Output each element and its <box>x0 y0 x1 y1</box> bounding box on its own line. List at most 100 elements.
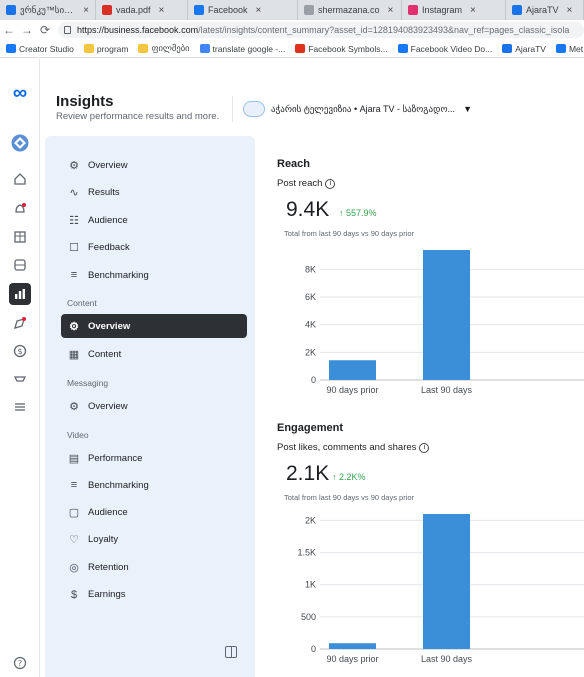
sidebar-item-overview[interactable]: ⚙ Overview <box>61 153 247 177</box>
sidebar-item-audience[interactable]: ▢ Audience <box>61 501 247 525</box>
bookmark-icon <box>555 44 566 53</box>
reach-subtitle: Post reach i <box>277 178 336 189</box>
bookmark-item[interactable]: AjaraTV <box>502 44 546 54</box>
bookmark-icon <box>199 44 210 53</box>
forward-icon[interactable]: → <box>18 23 36 37</box>
insights-icon[interactable] <box>9 283 31 305</box>
overview-icon: ⚙ <box>69 159 79 172</box>
reach-card: Reach Post reach i 9.4K ↑ 557.9% Total f… <box>266 136 584 416</box>
tab-favicon-icon <box>194 5 204 15</box>
page-avatar-icon[interactable] <box>10 133 30 153</box>
tab-close-icon[interactable]: × <box>470 5 476 16</box>
tab-favicon-icon <box>6 5 16 15</box>
sidebar-item-earnings[interactable]: $ Earnings <box>61 583 247 607</box>
page-title: Insights <box>56 93 114 110</box>
bookmark-item[interactable]: Met <box>555 44 583 54</box>
bookmark-label: ფილმები <box>151 43 190 53</box>
tab-close-icon[interactable]: × <box>256 5 262 16</box>
inbox-icon[interactable] <box>10 255 30 275</box>
sidebar-item-feedback[interactable]: ☐ Feedback <box>61 236 247 260</box>
browser-tab[interactable]: Instagram × <box>402 0 506 20</box>
reload-icon[interactable]: ⟳ <box>36 23 54 37</box>
engagement-card: Engagement Post likes, comments and shar… <box>266 416 584 677</box>
bookmark-icon <box>295 44 306 53</box>
x-tick-label: 90 days prior <box>326 385 378 395</box>
sidebar-item-benchmarking[interactable]: ≡ Benchmarking <box>61 473 247 497</box>
svg-text:?: ? <box>18 659 22 668</box>
browser-tab[interactable]: shermazana.co × <box>298 0 402 20</box>
calendar-icon[interactable] <box>10 227 30 247</box>
bookmark-item[interactable]: program <box>83 43 129 54</box>
sidebar-item-results[interactable]: ∿ Results <box>61 181 247 205</box>
bookmark-item[interactable]: Facebook Symbols... <box>295 44 388 54</box>
sidebar-item-overview[interactable]: ⚙ Overview <box>61 314 247 338</box>
bar <box>423 250 470 380</box>
bookmark-item[interactable]: Creator Studio <box>6 44 74 54</box>
bookmark-label: program <box>96 43 129 54</box>
monetization-icon[interactable]: $ <box>10 341 30 361</box>
sidebar-item-content[interactable]: ▦ Content <box>61 342 247 366</box>
sidebar-item-label: Content <box>88 348 122 360</box>
ads-manager-icon[interactable] <box>10 369 30 389</box>
sidebar-item-loyalty[interactable]: ♡ Loyalty <box>61 528 247 552</box>
tab-close-icon[interactable]: × <box>388 5 394 16</box>
sidebar-item-benchmarking[interactable]: ≡ Benchmarking <box>61 263 247 287</box>
benchmark-icon: ≡ <box>70 479 78 492</box>
tab-favicon-icon <box>102 5 112 15</box>
tab-close-icon[interactable]: × <box>567 5 573 16</box>
browser-tab[interactable]: Facebook × <box>188 0 298 20</box>
bar <box>423 514 470 649</box>
collapse-sidebar-icon[interactable] <box>225 646 237 658</box>
browser-tab[interactable]: ვრნკუ™სი - A × <box>0 0 96 20</box>
tab-title: vada.pdf <box>116 5 151 15</box>
engagement-title: Engagement <box>277 422 344 434</box>
home-icon[interactable] <box>10 169 30 189</box>
bookmark-item[interactable]: ფილმები <box>138 43 190 54</box>
tab-favicon-icon <box>304 5 314 15</box>
notifications-icon[interactable] <box>10 199 30 219</box>
bookmark-icon <box>397 44 408 53</box>
bookmark-label: Facebook Video Do... <box>410 43 493 54</box>
browser-tab[interactable]: vada.pdf × <box>96 0 188 20</box>
bar <box>329 360 376 380</box>
sidebar-item-performance[interactable]: ▤ Performance <box>61 446 247 470</box>
address-input[interactable]: https://business.facebook.com/latest/ins… <box>58 22 584 38</box>
account-selector[interactable]: აჭარის ტელევიზია • Ajara TV - საზოგადო..… <box>232 96 522 122</box>
reach-title: Reach <box>277 158 311 170</box>
y-tick-label: 500 <box>301 612 316 622</box>
tab-close-icon[interactable]: × <box>159 5 165 16</box>
back-icon[interactable]: ← <box>0 23 18 37</box>
browser-tab[interactable]: AjaraTV × <box>506 0 584 20</box>
sidebar-item-label: Audience <box>88 507 128 519</box>
sidebar-item-overview[interactable]: ⚙ Overview <box>61 394 247 418</box>
table-icon: ▦ <box>68 348 80 361</box>
info-icon[interactable]: i <box>325 178 336 189</box>
engagement-subtitle-text: Post likes, comments and shares <box>277 442 417 453</box>
info-icon[interactable]: i <box>419 442 430 453</box>
ads-icon[interactable] <box>10 313 30 333</box>
bookmark-item[interactable]: translate google -... <box>199 43 286 54</box>
sidebar-item-label: Audience <box>88 214 128 226</box>
bookmark-icon <box>83 44 94 53</box>
url-path: /latest/insights/content_summary?asset_i… <box>198 25 570 35</box>
retention-icon: ◎ <box>69 561 79 574</box>
tab-close-icon[interactable]: × <box>83 5 89 16</box>
engagement-delta: ↑ 2.2K% <box>332 472 366 482</box>
sidebar-item-label: Overview <box>88 320 131 332</box>
bookmark-item[interactable]: Facebook Video Do... <box>397 43 493 54</box>
y-tick-label: 0 <box>311 644 316 654</box>
menu-icon[interactable] <box>10 397 30 417</box>
trend-icon: ∿ <box>69 187 79 199</box>
sidebar-item-retention[interactable]: ◎ Retention <box>61 555 247 579</box>
reach-subtitle-text: Post reach <box>277 178 323 189</box>
y-tick-label: 0 <box>311 375 316 385</box>
sidebar-item-audience[interactable]: ☷ Audience <box>61 208 247 232</box>
help-icon[interactable]: ? <box>10 653 30 673</box>
tab-title: ვრნკუ™სი - A <box>20 4 76 15</box>
bookmark-label: translate google -... <box>212 43 286 54</box>
global-nav-rail: ∞ $ ? <box>0 59 40 677</box>
sidebar-item-label: Performance <box>88 452 143 464</box>
sidebar-item-label: Overview <box>88 400 128 412</box>
bookmark-label: Creator Studio <box>19 43 74 54</box>
meta-logo-icon[interactable]: ∞ <box>10 82 30 104</box>
